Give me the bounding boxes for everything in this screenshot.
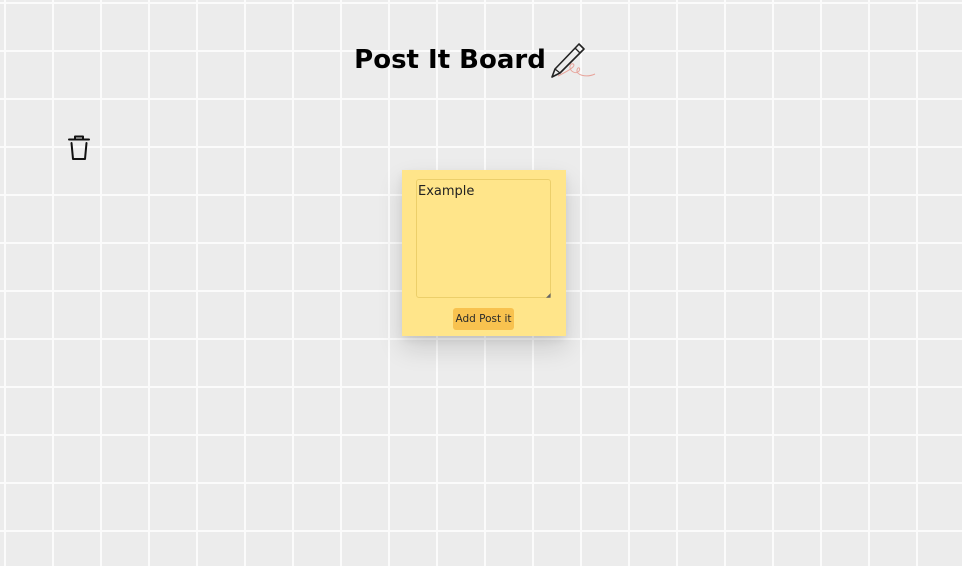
page-title: Post It Board <box>354 45 546 75</box>
add-post-it-button[interactable]: Add Post it <box>453 308 514 330</box>
pencil-icon <box>548 40 608 80</box>
resize-handle-icon[interactable]: ◢ <box>546 293 551 299</box>
post-it-text-input[interactable]: Example <box>416 179 551 298</box>
new-post-it-form: Example ◢ Add Post it <box>402 170 566 336</box>
board-header: Post It Board <box>0 40 962 80</box>
trash-icon[interactable] <box>66 134 92 162</box>
